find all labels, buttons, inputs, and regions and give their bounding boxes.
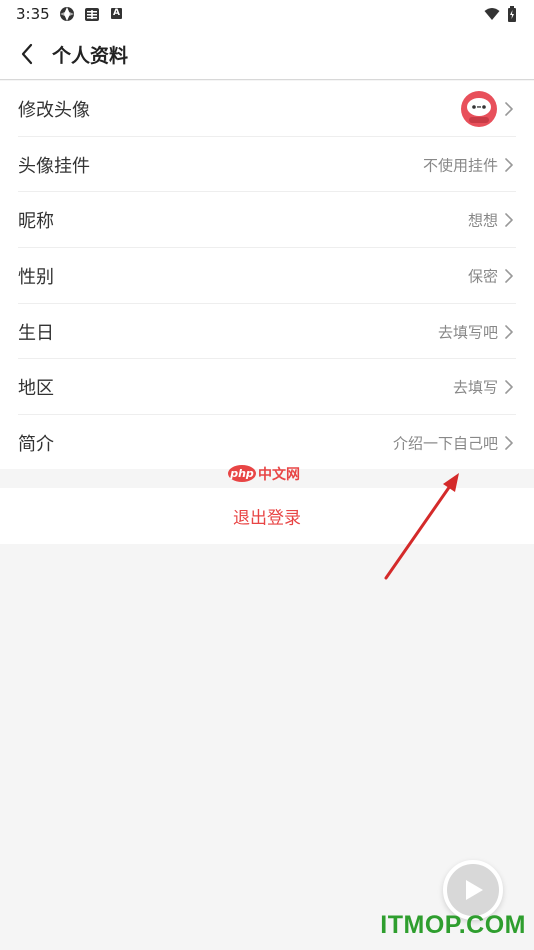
chevron-right-icon bbox=[505, 213, 513, 228]
calendar-icon bbox=[85, 8, 99, 21]
status-bar: 3:35 A bbox=[0, 0, 534, 28]
play-icon bbox=[466, 880, 483, 900]
row-nickname[interactable]: 昵称 想想 bbox=[0, 192, 534, 249]
chevron-right-icon bbox=[505, 102, 513, 116]
php-watermark-text: 中文网 bbox=[258, 466, 300, 483]
row-region[interactable]: 地区 去填写 bbox=[0, 359, 534, 416]
row-change-avatar[interactable]: 修改头像 bbox=[0, 81, 534, 137]
row-label: 修改头像 bbox=[18, 99, 90, 121]
logout-label: 退出登录 bbox=[233, 508, 301, 529]
a-badge-icon: A bbox=[111, 8, 122, 19]
row-avatar-pendant[interactable]: 头像挂件 不使用挂件 bbox=[0, 137, 534, 193]
battery-icon bbox=[508, 6, 516, 22]
row-label: 生日 bbox=[18, 322, 54, 344]
chevron-right-icon bbox=[505, 157, 513, 172]
chevron-right-icon bbox=[505, 269, 513, 283]
chevron-right-icon bbox=[505, 324, 513, 339]
php-logo: php bbox=[228, 465, 256, 482]
avatar-icon bbox=[461, 90, 497, 127]
status-time: 3:35 bbox=[16, 5, 50, 23]
row-birthday[interactable]: 生日 去填写吧 bbox=[0, 304, 534, 360]
row-bio[interactable]: 简介 介绍一下自己吧 bbox=[0, 415, 534, 471]
row-label: 昵称 bbox=[18, 211, 54, 233]
back-chevron-icon[interactable] bbox=[14, 40, 42, 68]
row-label: 头像挂件 bbox=[18, 155, 90, 177]
row-value: 去填写 bbox=[452, 378, 498, 397]
aperture-icon bbox=[60, 7, 74, 21]
wifi-icon bbox=[484, 8, 500, 20]
profile-list: 修改头像 头像挂件 不使用挂件 昵称 想想 性别 保密 生日 去填写吧 地区 去… bbox=[0, 81, 534, 471]
site-watermark: ITMOP.COM bbox=[380, 911, 526, 939]
row-value: 去填写吧 bbox=[437, 323, 498, 342]
profile-screen: 3:35 A 个人资料 修改头像 头像挂件 不使用挂件 昵称 想想 性别 保密 … bbox=[0, 0, 534, 950]
row-gender[interactable]: 性别 保密 bbox=[0, 248, 534, 304]
row-value: 想想 bbox=[467, 211, 498, 230]
header: 个人资料 bbox=[0, 28, 534, 80]
chevron-right-icon bbox=[505, 380, 513, 395]
row-value: 不使用挂件 bbox=[422, 156, 498, 175]
page-title: 个人资料 bbox=[52, 45, 129, 67]
row-label: 性别 bbox=[18, 266, 54, 288]
row-label: 简介 bbox=[18, 433, 54, 455]
row-label: 地区 bbox=[18, 378, 54, 400]
chevron-right-icon bbox=[505, 436, 513, 450]
php-watermark: php 中文网 bbox=[228, 464, 300, 483]
logout-button[interactable]: 退出登录 bbox=[0, 488, 534, 544]
row-value: 介绍一下自己吧 bbox=[392, 434, 498, 453]
row-value: 保密 bbox=[467, 267, 498, 286]
